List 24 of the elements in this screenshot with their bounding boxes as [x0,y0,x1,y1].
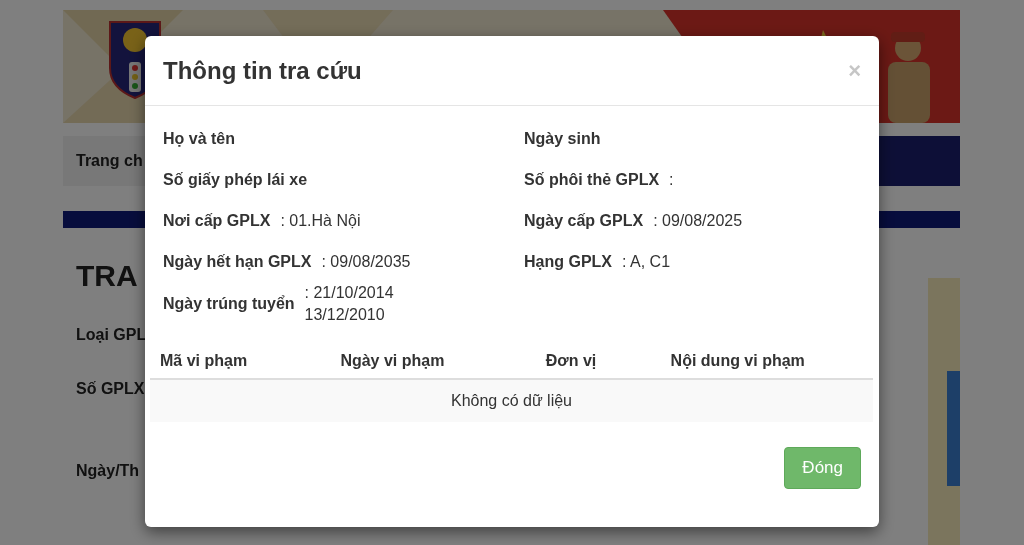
close-dialog-button[interactable]: Đóng [784,447,861,489]
form-label: Ngày/Th [76,462,140,480]
field-label: Ngày hết hạn GPLX [163,252,312,271]
empty-table-message: Không có dữ liệu [150,379,873,422]
field-label: Ngày sinh [524,129,601,148]
close-button[interactable]: × [848,59,861,82]
field-value: : [669,169,674,190]
field-value: : 09/08/2025 [653,210,743,231]
nav-link[interactable]: Trang ch [76,152,143,170]
page-heading: TRA [76,258,138,294]
field-label: Hạng GPLX [524,252,612,271]
field-value: : 01.Hà Nội [280,210,361,231]
form-label: Loại GPL [76,326,147,344]
field-label: Nơi cấp GPLX [163,211,271,230]
field-label: Số phôi thẻ GPLX [524,170,660,189]
form-label: Số GPLX [76,380,145,398]
field-label: Ngày trúng tuyển [163,295,295,313]
dialog-title: Thông tin tra cứu [163,56,363,85]
field-value: : 09/08/2035 [321,251,411,272]
field-label: Họ và tên [163,129,235,148]
field-value: : 21/10/2014 13/12/2010 [304,283,394,325]
field-label: Ngày cấp GPLX [524,211,644,230]
field-value: : A, C1 [622,251,671,272]
field-label: Số giấy phép lái xe [163,170,308,189]
